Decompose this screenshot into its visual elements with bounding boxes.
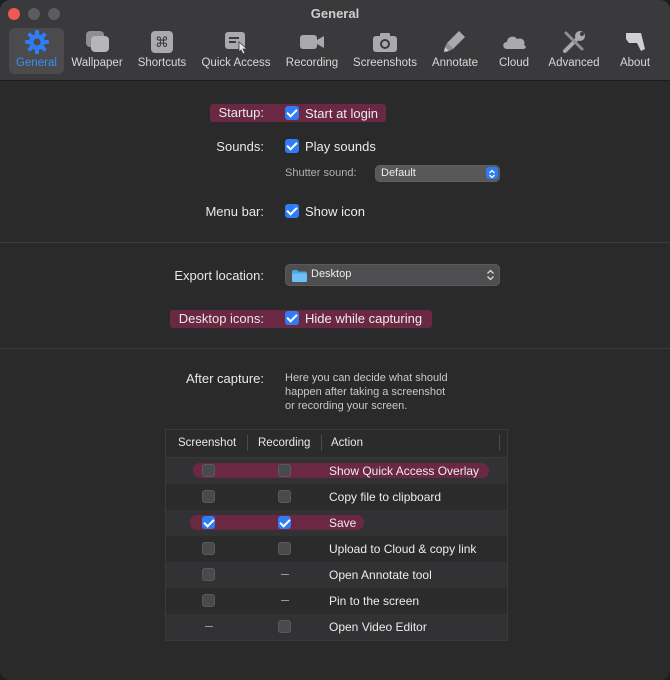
table-row: Copy file to clipboard: [166, 484, 507, 510]
action-label: Upload to Cloud & copy link: [329, 542, 477, 556]
play-sounds-label: Play sounds: [305, 139, 376, 154]
shutter-sound-select[interactable]: Default: [375, 165, 500, 182]
show-icon-label: Show icon: [305, 204, 365, 219]
tab-advanced[interactable]: Advanced: [545, 28, 603, 74]
preferences-window: General General Wallpaper ⌘ Shortcuts Qu…: [0, 0, 670, 680]
about-icon: [621, 28, 649, 56]
tab-general[interactable]: General: [9, 28, 64, 74]
table-header: Screenshot Recording Action: [166, 430, 507, 458]
table-row: Open Video Editor: [166, 614, 507, 640]
tab-annotate[interactable]: Annotate: [428, 28, 482, 74]
hide-while-capturing-label: Hide while capturing: [305, 311, 423, 326]
screenshot-checkbox[interactable]: [202, 594, 215, 607]
start-at-login-checkbox[interactable]: [285, 106, 299, 120]
desktop-icons-label: Desktop icons:: [178, 311, 264, 326]
sounds-label: Sounds:: [216, 139, 264, 154]
export-location-value: Desktop: [311, 268, 352, 280]
command-key-icon: ⌘: [149, 28, 175, 56]
hide-while-capturing-checkbox[interactable]: [285, 311, 299, 325]
table-row: Show Quick Access Overlay: [166, 458, 507, 484]
recording-checkbox[interactable]: [278, 516, 291, 529]
tab-about[interactable]: About: [614, 28, 656, 74]
screenshot-checkbox[interactable]: [202, 490, 215, 503]
column-separator: [321, 435, 322, 451]
description-line: Here you can decide what should: [285, 372, 448, 384]
tab-wallpaper[interactable]: Wallpaper: [68, 28, 126, 74]
tab-label: Quick Access: [201, 57, 271, 69]
column-header-action[interactable]: Action: [331, 437, 363, 449]
after-capture-description: Here you can decide what should happen a…: [285, 371, 485, 413]
recording-checkbox[interactable]: [278, 620, 291, 633]
gear-icon: [24, 28, 50, 56]
toolbar: General General Wallpaper ⌘ Shortcuts Qu…: [0, 0, 670, 81]
recording-unavailable: [281, 574, 289, 575]
tab-label: Cloud: [498, 57, 530, 69]
video-camera-icon: [298, 28, 326, 56]
recording-checkbox[interactable]: [278, 490, 291, 503]
marker-icon: [441, 28, 469, 56]
tab-shortcuts[interactable]: ⌘ Shortcuts: [134, 28, 190, 74]
screenshot-checkbox[interactable]: [202, 542, 215, 555]
chevron-updown-icon: [486, 268, 495, 287]
action-label: Show Quick Access Overlay: [329, 464, 480, 478]
startup-label: Startup:: [218, 105, 264, 120]
shutter-sound-value: Default: [381, 167, 416, 179]
export-location-label: Export location:: [174, 268, 264, 283]
after-capture-table: Screenshot Recording Action Show Quick A…: [165, 429, 508, 641]
section-divider: [0, 242, 670, 243]
camera-icon: [371, 28, 399, 56]
table-row: Open Annotate tool: [166, 562, 507, 588]
tools-icon: [560, 28, 588, 56]
menu-bar-label: Menu bar:: [205, 204, 264, 219]
column-separator: [499, 435, 500, 451]
table-row: Upload to Cloud & copy link: [166, 536, 507, 562]
play-sounds-checkbox[interactable]: [285, 139, 299, 153]
window-title: General: [310, 6, 360, 21]
recording-checkbox[interactable]: [278, 464, 291, 477]
tab-label: General: [16, 57, 57, 69]
folder-icon: [292, 269, 307, 287]
column-separator: [247, 435, 248, 451]
action-label: Open Annotate tool: [329, 568, 432, 582]
tab-label: About: [619, 57, 651, 69]
column-header-screenshot[interactable]: Screenshot: [178, 437, 236, 449]
section-divider: [0, 348, 670, 349]
tab-recording[interactable]: Recording: [282, 28, 342, 74]
tab-screenshots[interactable]: Screenshots: [350, 28, 420, 74]
tab-cloud[interactable]: Cloud: [494, 28, 534, 74]
screenshot-checkbox[interactable]: [202, 568, 215, 581]
after-capture-label: After capture:: [185, 371, 264, 386]
description-line: happen after taking a screenshot: [285, 386, 446, 398]
tab-label: Annotate: [431, 57, 479, 69]
table-row: Pin to the screen: [166, 588, 507, 614]
action-label: Save: [329, 516, 357, 530]
screenshot-checkbox[interactable]: [202, 516, 215, 529]
start-at-login-label: Start at login: [305, 106, 378, 121]
tab-label: Screenshots: [353, 57, 417, 69]
show-icon-checkbox[interactable]: [285, 204, 299, 218]
quick-access-icon: [222, 28, 250, 56]
action-label: Open Video Editor: [329, 620, 427, 634]
svg-text:⌘: ⌘: [155, 35, 169, 51]
screenshot-unavailable: [205, 626, 213, 627]
tab-quick-access[interactable]: Quick Access: [198, 28, 274, 74]
screenshot-checkbox[interactable]: [202, 464, 215, 477]
export-location-select[interactable]: Desktop: [285, 264, 500, 286]
cloud-icon: [500, 28, 528, 56]
recording-checkbox[interactable]: [278, 542, 291, 555]
description-line: or recording your screen.: [285, 400, 408, 412]
table-row: Save: [166, 510, 507, 536]
wallpaper-icon: [83, 28, 111, 56]
tab-label: Recording: [285, 57, 339, 69]
action-label: Copy file to clipboard: [329, 490, 442, 504]
column-header-recording[interactable]: Recording: [258, 437, 310, 449]
action-label: Pin to the screen: [329, 594, 420, 608]
recording-unavailable: [281, 600, 289, 601]
tab-label: Advanced: [548, 57, 600, 69]
tab-label: Shortcuts: [137, 57, 187, 69]
tab-label: Wallpaper: [71, 57, 123, 69]
shutter-sound-label: Shutter sound:: [285, 167, 357, 179]
chevron-updown-icon: [486, 167, 498, 179]
